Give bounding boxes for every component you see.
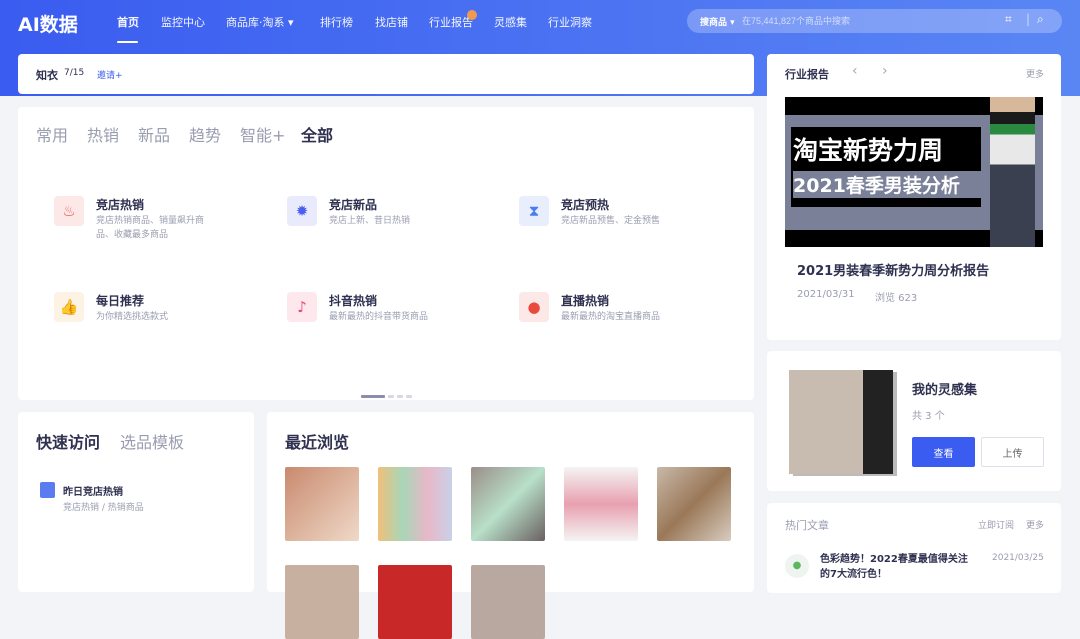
tab-smart[interactable]: 智能+ — [240, 122, 285, 146]
feature-title: 竞店新品 — [329, 198, 378, 212]
search-bar: 搜商品 ▾ ⌗ | ⌕ — [687, 9, 1062, 33]
feature-item[interactable]: 👍 每日推荐为你精选挑选款式 — [54, 292, 274, 352]
articles-card: 热门文章 立即订阅 更多 ● 色彩趋势！2022春夏最值得关注的7大流行色！ 2… — [767, 503, 1061, 593]
product-thumbnail[interactable] — [285, 467, 359, 541]
feature-desc: 竞店上新、昔日热销 — [329, 216, 411, 226]
notification-dot — [467, 10, 477, 20]
report-card: 行业报告 ‹ › 更多 淘宝新势力周 2021春季男装分析 2021男装春季新势… — [767, 54, 1061, 340]
prev-arrow-icon[interactable]: ‹ — [852, 63, 858, 79]
report-banner[interactable]: 淘宝新势力周 2021春季男装分析 — [785, 97, 1043, 247]
inspiration-title: 我的灵感集 — [912, 383, 978, 398]
report-name[interactable]: 2021男装春季新势力周分析报告 — [797, 260, 989, 279]
next-arrow-icon[interactable]: › — [882, 63, 888, 79]
quick-item-path: 竞店热销 / 热销商品 — [63, 503, 144, 513]
tab-templates[interactable]: 选品模板 — [120, 429, 184, 453]
tab-quick-access[interactable]: 快速访问 — [36, 429, 100, 453]
feature-title: 竞店预热 — [561, 198, 610, 212]
search-input[interactable] — [742, 13, 982, 29]
wechat-icon: ● — [785, 554, 809, 578]
nav-inspiration[interactable]: 灵感集 — [494, 14, 527, 30]
subscribe-link[interactable]: 立即订阅 — [978, 518, 1014, 531]
quota: 7/15 — [64, 68, 85, 78]
view-button[interactable]: 查看 — [912, 437, 975, 467]
tab-hot[interactable]: 热销 — [87, 122, 119, 146]
douyin-icon: ♪ — [287, 292, 317, 322]
feature-item[interactable]: ● 直播热销最新最热的淘宝直播商品 — [519, 292, 739, 352]
tab-all[interactable]: 全部 — [301, 122, 333, 146]
nav-ranking[interactable]: 排行榜 — [320, 14, 353, 30]
article-date: 2021/03/25 — [992, 553, 1044, 563]
more-link[interactable]: 更多 — [1026, 518, 1044, 531]
product-thumbnail[interactable] — [564, 467, 638, 541]
more-link[interactable]: 更多 — [1026, 67, 1044, 80]
product-thumbnail[interactable] — [285, 565, 359, 639]
product-thumbnail[interactable] — [378, 467, 452, 541]
live-icon: ● — [519, 292, 549, 322]
new-badge-icon: ✹ — [287, 196, 317, 226]
feature-desc: 最新最热的淘宝直播商品 — [561, 312, 661, 322]
fire-icon: ♨ — [54, 196, 84, 226]
search-icon[interactable]: ⌕ — [1037, 12, 1044, 27]
upload-button[interactable]: 上传 — [981, 437, 1044, 467]
recent-title: 最近浏览 — [285, 433, 350, 452]
feature-desc: 竞店新品预售、定金预售 — [561, 216, 661, 226]
thumbs-up-icon: 👍 — [54, 292, 84, 322]
report-section-title: 行业报告 — [785, 68, 829, 81]
inspiration-cover[interactable] — [789, 370, 893, 474]
report-date: 2021/03/31 — [797, 289, 855, 300]
feature-item[interactable]: ✹ 竞店新品竞店上新、昔日热销 — [287, 196, 507, 256]
feature-desc: 最新最热的抖音带货商品 — [329, 312, 429, 322]
nav-monitor[interactable]: 监控中心 — [161, 14, 205, 30]
feature-desc: 竞店热销商品、销量飙升商品、收藏最多商品 — [96, 216, 205, 240]
image-search-icon[interactable]: ⌗ — [1005, 12, 1012, 27]
inspiration-card: 我的灵感集 共 3 个 查看 上传 — [767, 351, 1061, 491]
feature-title: 抖音热销 — [329, 294, 378, 308]
inspiration-count: 共 3 个 — [912, 411, 945, 422]
invite-link[interactable]: 邀请+ — [97, 68, 123, 81]
product-thumbnail[interactable] — [471, 467, 545, 541]
feature-title: 直播热销 — [561, 294, 610, 308]
feature-item[interactable]: ♪ 抖音热销最新最热的抖音带货商品 — [287, 292, 507, 352]
product-thumbnail[interactable] — [471, 565, 545, 639]
feature-desc: 为你精选挑选款式 — [96, 312, 169, 322]
nav-home[interactable]: 首页 — [117, 14, 139, 30]
nav-active-indicator — [117, 41, 138, 43]
feature-title: 竞店热销 — [96, 198, 145, 212]
nav-industry-insight[interactable]: 行业洞察 — [548, 14, 592, 30]
model-image — [990, 97, 1035, 247]
product-thumbnail[interactable] — [378, 565, 452, 639]
quick-item-title[interactable]: 昨日竞店热销 — [63, 483, 123, 498]
articles-title: 热门文章 — [785, 519, 829, 532]
feature-title: 每日推荐 — [96, 294, 145, 308]
tab-trend[interactable]: 趋势 — [189, 122, 221, 146]
banner-text: 淘宝新势力周 — [793, 136, 944, 165]
account-card: 知衣 7/15 邀请+ — [18, 54, 754, 94]
feature-item[interactable]: ⧗ 竞店预热竞店新品预售、定金预售 — [519, 196, 739, 256]
feature-item[interactable]: ♨ 竞店热销竞店热销商品、销量飙升商品、收藏最多商品 — [54, 196, 274, 256]
article-title[interactable]: 色彩趋势！2022春夏最值得关注的7大流行色！ — [820, 552, 975, 582]
tab-new[interactable]: 新品 — [138, 122, 170, 146]
tab-common[interactable]: 常用 — [36, 122, 68, 146]
divider: | — [1026, 12, 1031, 26]
product-thumbnail[interactable] — [657, 467, 731, 541]
account-name: 知衣 — [36, 69, 58, 82]
report-views: 浏览 623 — [875, 293, 918, 304]
nav-find-shop[interactable]: 找店铺 — [375, 14, 408, 30]
logo[interactable]: AI数据 — [18, 10, 78, 37]
carousel-pager[interactable] — [361, 383, 415, 402]
nav-product-library[interactable]: 商品库·淘系 ▾ — [226, 14, 294, 30]
hourglass-icon: ⧗ — [519, 196, 549, 226]
search-scope-select[interactable]: 搜商品 ▾ — [700, 15, 735, 28]
document-icon — [40, 482, 55, 498]
